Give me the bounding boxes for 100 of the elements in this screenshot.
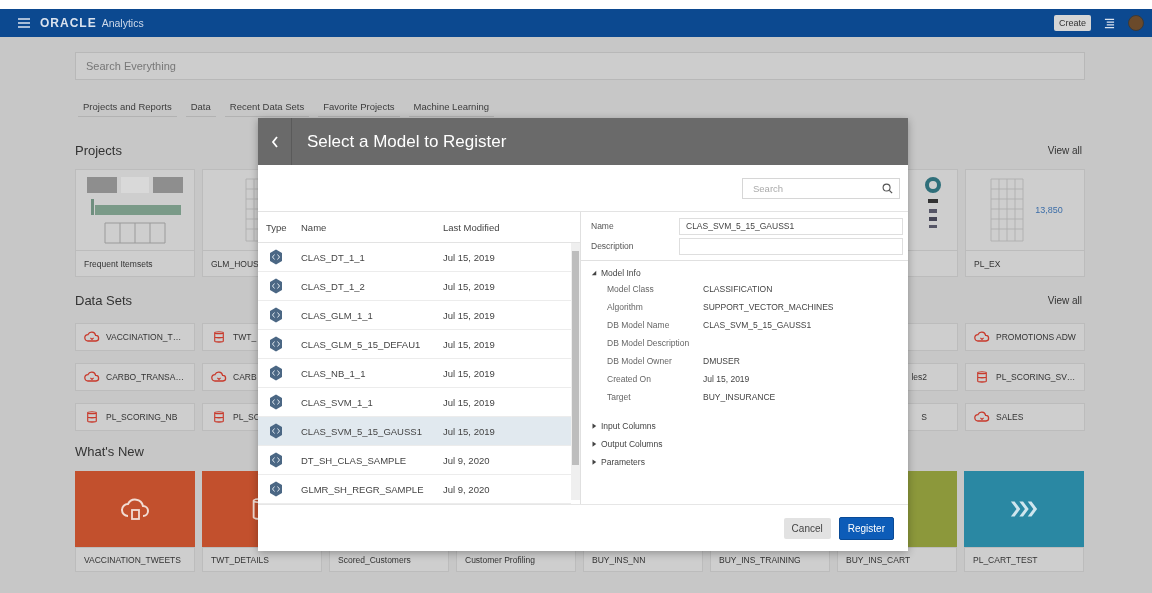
tile-banner[interactable] [75, 471, 195, 547]
model-icon [269, 365, 283, 381]
cancel-button[interactable]: Cancel [783, 517, 831, 539]
create-button[interactable]: Create [1054, 15, 1091, 31]
property-value: DMUSER [703, 356, 740, 366]
cloud-icon [211, 370, 227, 384]
tab[interactable]: Projects and Reports [78, 97, 177, 117]
card-title: GLM_HOUS [211, 258, 259, 269]
section-toggle[interactable]: Model Info [591, 265, 903, 280]
model-date: Jul 15, 2019 [443, 251, 495, 263]
expander-icon [591, 422, 597, 429]
property-value: SUPPORT_VECTOR_MACHINES [703, 302, 834, 312]
project-card[interactable]: Frequent Itemsets [75, 169, 195, 277]
section-toggle[interactable]: Parameters [591, 454, 903, 469]
model-icon [269, 249, 283, 265]
model-name: GLMR_SH_REGR_SAMPLE [300, 483, 425, 495]
database-icon [84, 410, 100, 424]
model-date: Jul 15, 2019 [443, 425, 495, 437]
model-row[interactable]: CLAS_DT_1_2 Jul 15, 2019 [258, 272, 571, 301]
model-name: CLAS_GLM_1_1 [300, 309, 374, 321]
data-set-card[interactable]: VACCINATION_T… [75, 323, 195, 351]
model-row[interactable]: CLAS_SVM_5_15_GAUSS1 Jul 15, 2019 [258, 417, 571, 446]
model-name: CLAS_SVM_1_1 [300, 396, 374, 408]
expander-icon [591, 458, 597, 465]
tab[interactable]: Recent Data Sets [224, 97, 310, 117]
tile-label[interactable]: VACCINATION_TWEETS [75, 547, 195, 572]
model-date: Jul 15, 2019 [443, 309, 495, 321]
property-label: DB Model Owner [607, 356, 673, 366]
expander-icon [591, 440, 597, 447]
avatar[interactable] [1128, 15, 1144, 31]
section-title: What's New [75, 443, 144, 459]
tab[interactable]: Favorite Projects [318, 97, 400, 117]
model-date: Jul 9, 2020 [443, 483, 490, 495]
property-value: CLASSIFICATION [703, 284, 773, 294]
property-value: Jul 15, 2019 [703, 374, 750, 384]
property-value: BUY_INSURANCE [703, 392, 776, 402]
model-row[interactable]: CLAS_NB_1_1 Jul 15, 2019 [258, 359, 571, 388]
data-set-card[interactable]: PL_SCORING_NB [75, 403, 195, 431]
cloud-icon [974, 410, 990, 424]
section-toggle[interactable]: Output Columns [591, 436, 903, 451]
model-icon [269, 394, 283, 410]
model-row[interactable]: GLMR_SH_REGR_SAMPLE Jul 9, 2020 [258, 475, 571, 504]
model-row[interactable]: CLAS_DT_1_1 Jul 15, 2019 [258, 243, 571, 272]
model-date: Jul 15, 2019 [443, 367, 495, 379]
search-field[interactable]: Search [742, 177, 900, 199]
data-set-card[interactable]: CARBO_TRANSA… [75, 363, 195, 391]
database-icon [211, 410, 227, 424]
property-label: DB Model Name [607, 320, 671, 330]
card-title: PL_EX [974, 258, 1001, 269]
register-button[interactable]: Register [838, 516, 894, 540]
input-field[interactable]: CLAS_SVM_5_15_GAUSS1 [679, 217, 903, 235]
data-set-name: S [921, 412, 927, 422]
product-name: Analytics [101, 17, 144, 29]
column-header: Type [265, 221, 288, 233]
data-set-name: PL_SCORING_NB [106, 412, 178, 422]
tile-banner[interactable] [964, 471, 1084, 547]
view-all-link[interactable]: View all [1047, 294, 1082, 306]
model-date: Jul 15, 2019 [443, 396, 495, 408]
database-icon [974, 370, 990, 384]
model-icon [269, 307, 283, 323]
tile-label[interactable]: PL_CART_TEST [964, 547, 1084, 572]
property-label: Created On [607, 374, 652, 384]
model-icon [269, 423, 283, 439]
data-set-card[interactable]: PROMOTIONS ADW [965, 323, 1085, 351]
model-name: CLAS_DT_1_1 [300, 251, 366, 263]
property-label: Algorithm [607, 302, 644, 312]
model-row[interactable]: CLAS_GLM_1_1 Jul 15, 2019 [258, 301, 571, 330]
model-name: DT_SH_CLAS_SAMPLE [300, 454, 408, 466]
section-toggle[interactable]: Input Columns [591, 418, 903, 433]
data-set-card[interactable]: SALES [965, 403, 1085, 431]
cloud-icon [84, 330, 100, 344]
tile-label[interactable]: BUY_INS_CART [837, 547, 957, 572]
model-row[interactable]: DT_SH_CLAS_SAMPLE Jul 9, 2020 [258, 446, 571, 475]
scrollbar[interactable] [571, 243, 580, 500]
model-row[interactable]: CLAS_GLM_5_15_DEFAU1 Jul 15, 2019 [258, 330, 571, 359]
menu-icon[interactable] [18, 18, 30, 28]
list-icon[interactable] [1104, 17, 1115, 29]
property-label: Target [607, 392, 632, 402]
back-icon [270, 135, 279, 148]
tab[interactable]: Data [185, 97, 216, 117]
data-set-card[interactable]: PL_SCORING_SV… [965, 363, 1085, 391]
model-name: CLAS_SVM_5_15_GAUSS1 [300, 425, 423, 437]
data-set-name: SALES [996, 412, 1024, 422]
search-field[interactable]: Search Everything [75, 52, 1085, 80]
field-label: Name [591, 221, 615, 231]
property-label: DB Model Description [607, 338, 691, 348]
model-icon [269, 278, 283, 294]
expander-icon [591, 269, 597, 276]
data-set-name: CARBO_TRANSA… [106, 372, 184, 382]
metric-value: 13,850 [1035, 205, 1063, 215]
data-set-name: CARB [233, 372, 257, 382]
project-card[interactable]: 13,850 PL_EX [965, 169, 1085, 277]
view-all-link[interactable]: View all [1047, 144, 1082, 156]
tile-label[interactable]: TWT_DETAILS [202, 547, 322, 572]
model-date: Jul 9, 2020 [443, 454, 490, 466]
input-field[interactable] [679, 237, 903, 255]
search-icon[interactable] [882, 182, 893, 194]
column-header: Last Modified [443, 221, 500, 233]
property-value: CLAS_SVM_5_15_GAUSS1 [703, 320, 812, 330]
tab[interactable]: Machine Learning [408, 97, 495, 117]
